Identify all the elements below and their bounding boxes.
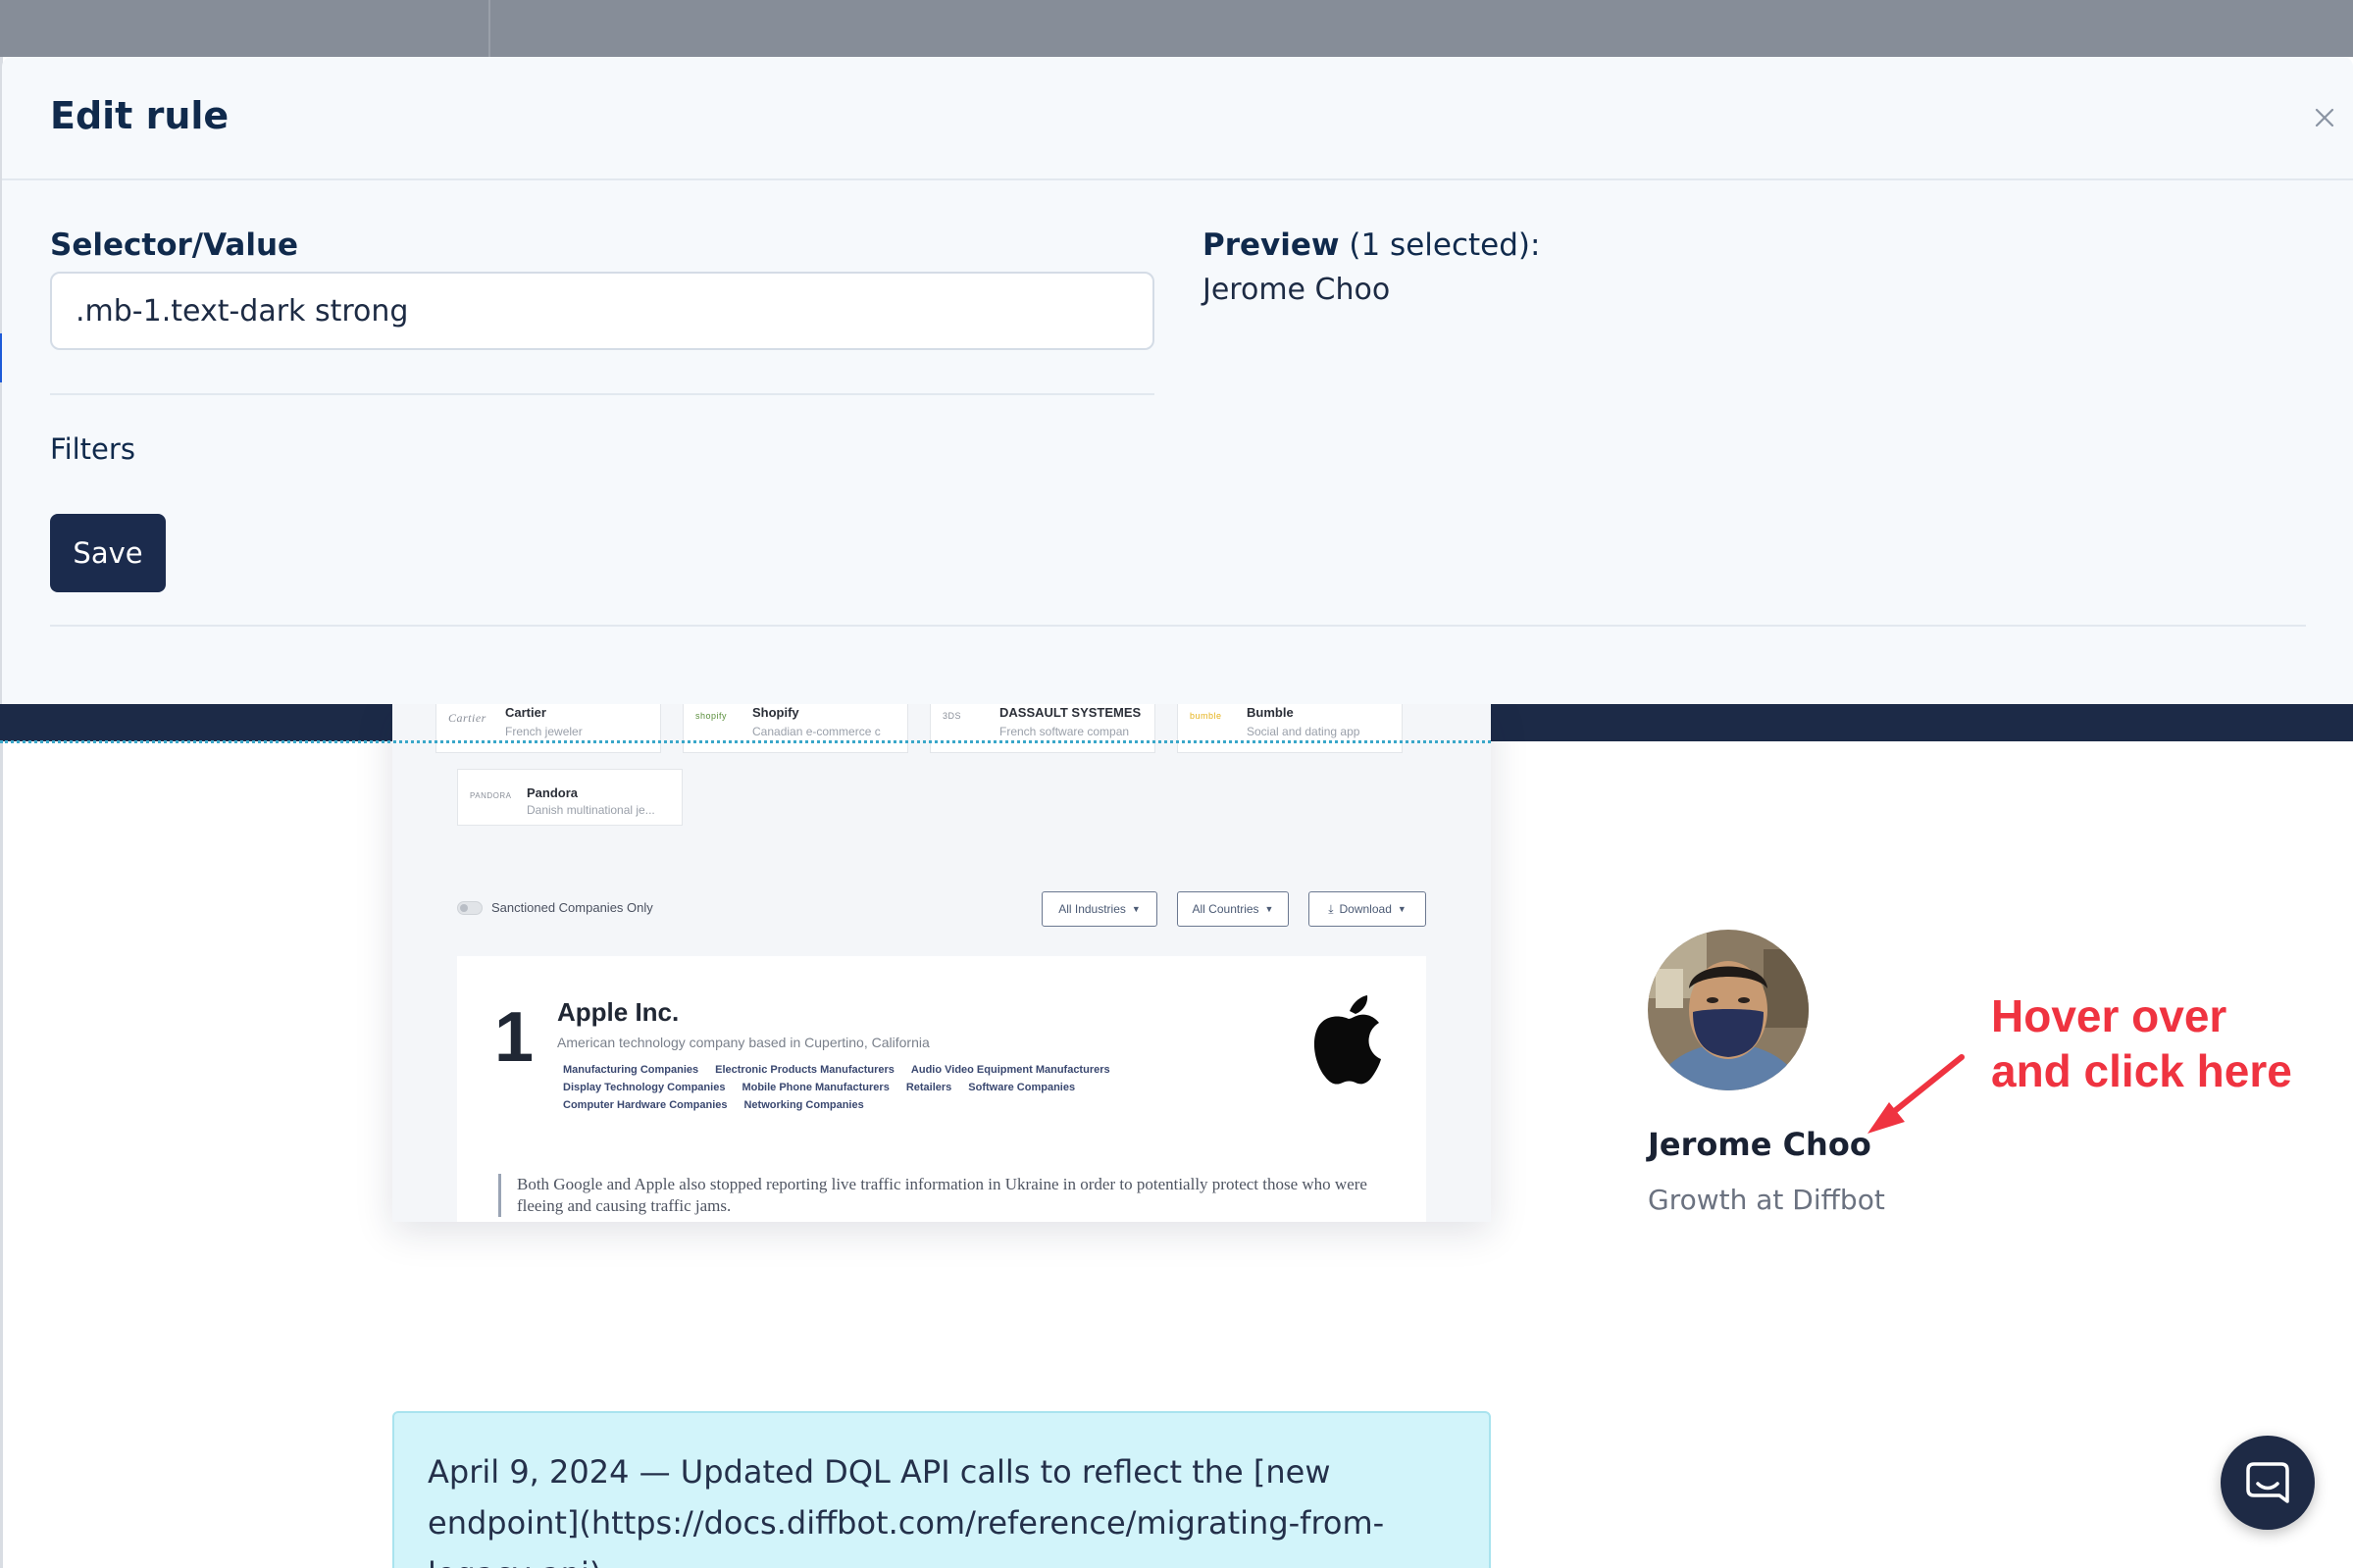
chat-icon [2246, 1462, 2289, 1503]
company-card: bumble Bumble Social and dating app [1177, 704, 1403, 753]
save-button[interactable]: Save [50, 514, 166, 592]
form-divider [50, 393, 1154, 395]
company-desc: French jeweler [505, 725, 583, 738]
caret-down-icon: ▼ [1131, 904, 1141, 914]
industry-tags: Manufacturing Companies Electronic Produ… [563, 1064, 1151, 1111]
industry-tag: Networking Companies [743, 1099, 864, 1111]
company-card: Cartier Cartier French jeweler [435, 704, 661, 753]
company-name: Pandora [527, 785, 579, 800]
author-role: Growth at Diffbot [1648, 1184, 1885, 1216]
industry-tag: Software Companies [968, 1082, 1076, 1093]
sanctioned-toggle-label: Sanctioned Companies Only [491, 900, 653, 915]
result-company-desc: American technology company based in Cup… [557, 1035, 930, 1050]
sanctioned-toggle [457, 901, 483, 915]
company-name: Shopify [752, 705, 799, 720]
industry-tag: Manufacturing Companies [563, 1064, 699, 1076]
download-dropdown-label: Download [1339, 902, 1392, 916]
modal-footer-divider [50, 625, 2306, 627]
company-name: Cartier [505, 705, 546, 720]
modal-header: Edit rule [2, 57, 2353, 180]
industry-tag: Computer Hardware Companies [563, 1099, 728, 1111]
hover-annotation: Hover over and click here [1991, 988, 2292, 1098]
preview-label-count: (1 selected): [1339, 228, 1541, 263]
modal-title: Edit rule [50, 94, 230, 137]
update-note: April 9, 2024 — Updated DQL API calls to… [392, 1411, 1491, 1568]
industry-tag: Mobile Phone Manufacturers [742, 1082, 890, 1093]
author-name[interactable]: Jerome Choo [1648, 1126, 1871, 1163]
annotation-line-1: Hover over [1991, 990, 2227, 1041]
selector-input[interactable] [50, 272, 1154, 350]
countries-dropdown: All Countries ▼ [1177, 891, 1289, 927]
company-desc: Danish multinational je... [527, 803, 655, 817]
industry-tag: Audio Video Equipment Manufacturers [910, 1064, 1110, 1076]
industry-tag: Display Technology Companies [563, 1082, 726, 1093]
company-logo: 3DS [943, 711, 962, 721]
backdrop-divider [488, 0, 490, 57]
preview-label-bold: Preview [1202, 228, 1340, 263]
download-dropdown: ⤓ Download ▼ [1308, 891, 1426, 927]
company-name: DASSAULT SYSTEMES [999, 705, 1142, 720]
rank-number: 1 [494, 998, 535, 1077]
company-logo: shopify [695, 711, 728, 721]
company-name: Bumble [1247, 705, 1294, 720]
company-desc: Social and dating app [1247, 725, 1360, 738]
company-logo: PANDORA [470, 791, 512, 800]
company-logo: Cartier [448, 711, 486, 725]
company-card: PANDORA Pandora Danish multinational je.… [457, 769, 683, 826]
annotation-line-2: and click here [1991, 1045, 2292, 1096]
result-company-name: Apple Inc. [557, 997, 680, 1027]
company-card: shopify Shopify Canadian e-commerce c [683, 704, 908, 753]
industries-dropdown-label: All Industries [1058, 902, 1126, 916]
page-backdrop-strip [0, 0, 2353, 57]
filters-label[interactable]: Filters [50, 432, 135, 466]
caret-down-icon: ▼ [1264, 904, 1274, 914]
industry-tag: Electronic Products Manufacturers [715, 1064, 895, 1076]
selection-guide-line [0, 740, 1491, 743]
countries-dropdown-label: All Countries [1192, 902, 1259, 916]
author-avatar [1648, 930, 1809, 1090]
apple-logo-icon [1313, 995, 1381, 1085]
company-result-card: 1 Apple Inc. American technology company… [457, 956, 1426, 1222]
close-icon[interactable] [2311, 104, 2338, 131]
preview-value: Jerome Choo [1202, 273, 1391, 307]
industries-dropdown: All Industries ▼ [1042, 891, 1157, 927]
download-icon: ⤓ [1328, 901, 1334, 916]
edit-rule-modal: Edit rule Selector/Value Filters Save Pr… [2, 57, 2353, 704]
embedded-screenshot: Cartier Cartier French jeweler shopify S… [392, 704, 1491, 1222]
news-quote: Both Google and Apple also stopped repor… [498, 1174, 1381, 1217]
caret-down-icon: ▼ [1397, 904, 1407, 914]
arrow-pointer-icon [1867, 1054, 1965, 1134]
company-desc: French software compan [999, 725, 1130, 738]
company-desc: Canadian e-commerce c [752, 725, 881, 738]
selector-label: Selector/Value [50, 228, 299, 263]
company-logo: bumble [1190, 711, 1222, 721]
chat-launcher-button[interactable] [2221, 1436, 2315, 1530]
company-card: 3DS DASSAULT SYSTEMES French software co… [930, 704, 1155, 753]
preview-label: Preview (1 selected): [1202, 228, 1540, 263]
industry-tag: Retailers [905, 1082, 952, 1093]
